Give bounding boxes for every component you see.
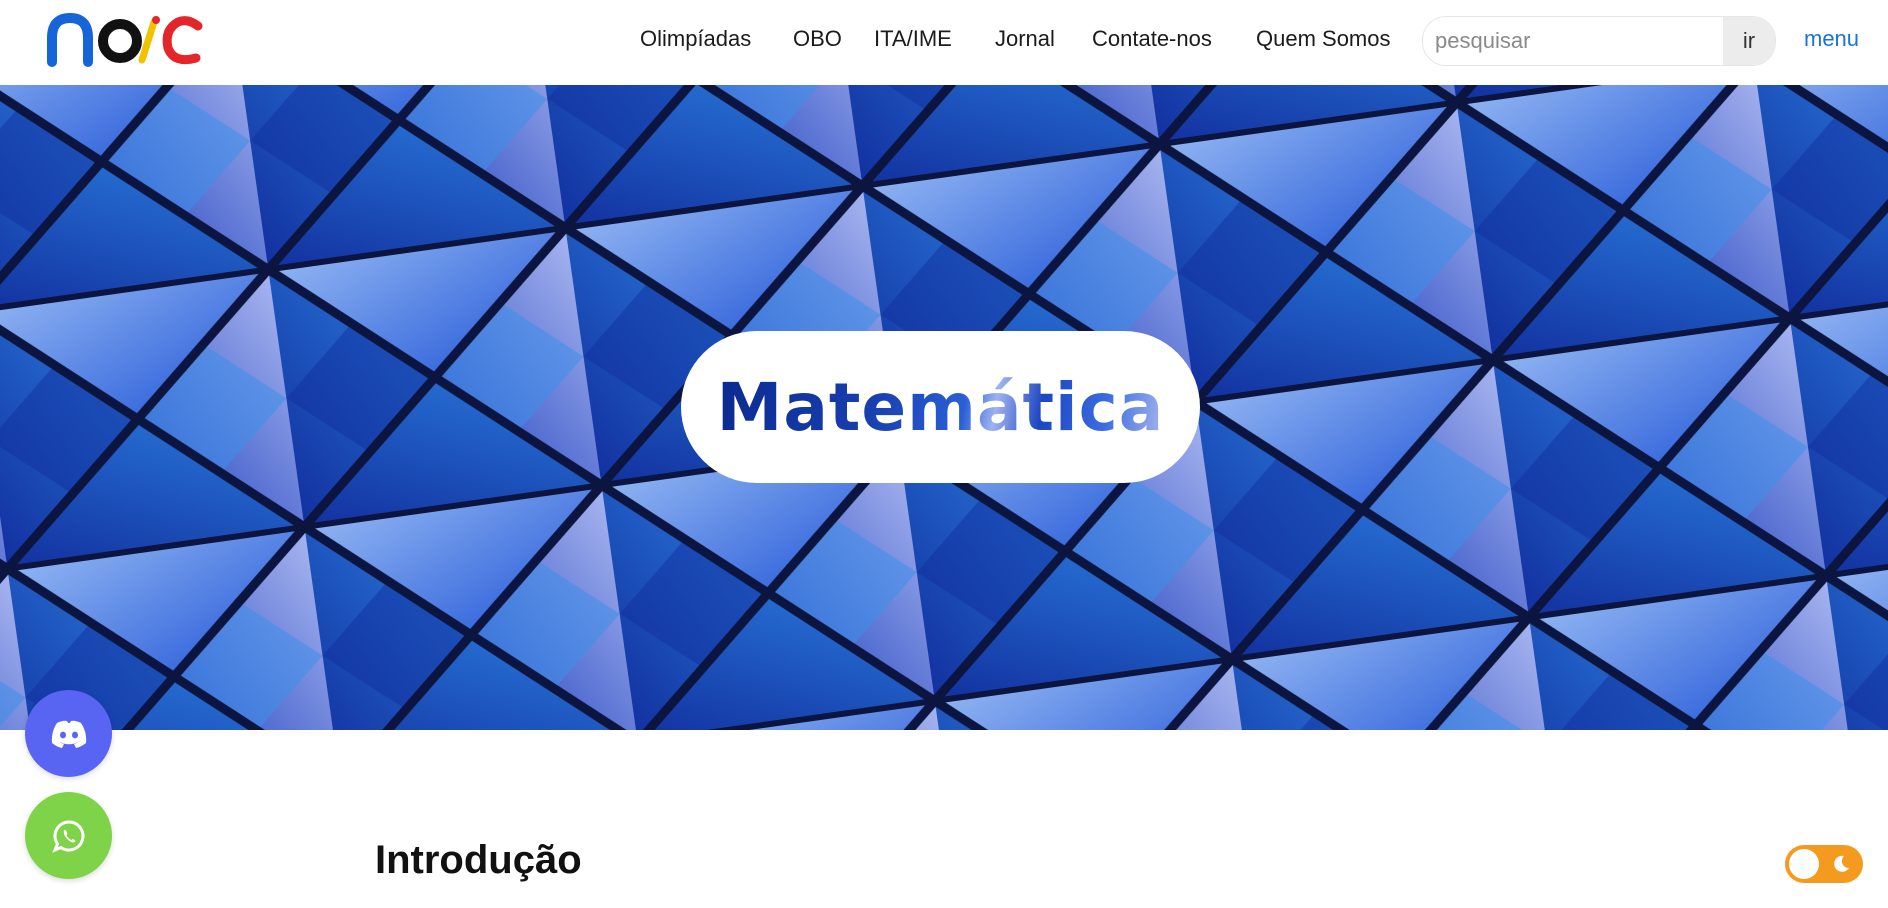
whatsapp-icon — [51, 819, 84, 853]
nav-item-olimpiadas[interactable]: Olimpíadas — [640, 26, 751, 52]
theme-toggle[interactable] — [1785, 845, 1863, 883]
nav-item-obo[interactable]: OBO — [793, 26, 842, 52]
toggle-knob — [1789, 849, 1819, 879]
nav-item-contate-nos[interactable]: Contate-nos — [1092, 26, 1212, 52]
discord-button[interactable] — [25, 690, 112, 777]
site-header: Olimpíadas OBO ITA/IME Jornal Contate-no… — [0, 0, 1888, 85]
nav-item-jornal[interactable]: Jornal — [995, 26, 1055, 52]
search-input[interactable] — [1423, 17, 1723, 65]
noic-logo[interactable] — [46, 12, 208, 70]
menu-button[interactable]: menu — [1804, 26, 1859, 52]
nav-item-quem-somos[interactable]: Quem Somos — [1256, 26, 1391, 52]
moon-icon — [1834, 855, 1849, 872]
search-submit-button[interactable]: ir — [1723, 17, 1775, 65]
nav-item-ita-ime[interactable]: ITA/IME — [874, 26, 952, 52]
hero-title-pill: Matemática — [681, 331, 1200, 483]
whatsapp-button[interactable] — [25, 792, 112, 879]
page-title: Matemática — [716, 368, 1165, 446]
hero-banner: Matemática — [0, 85, 1888, 730]
section-heading-introducao: Introdução — [375, 838, 582, 882]
search-box: ir — [1422, 16, 1776, 66]
discord-icon — [51, 720, 86, 748]
